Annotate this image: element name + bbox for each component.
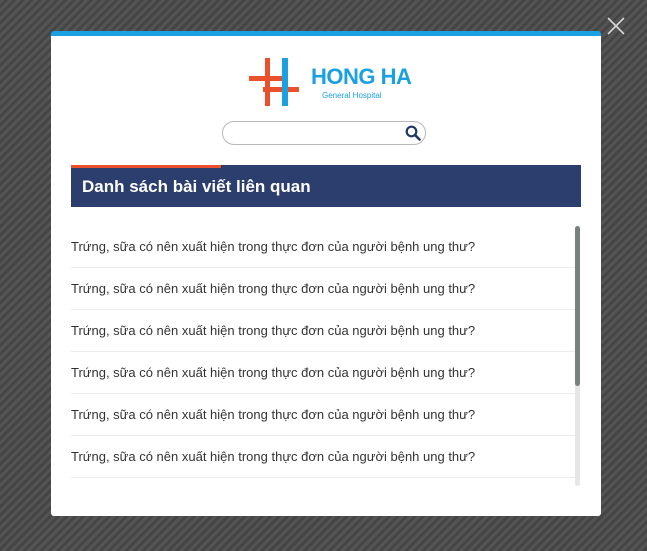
hospital-logo: HONG HA General Hospital — [249, 56, 412, 112]
search-box — [222, 121, 426, 145]
scrollbar-thumb[interactable] — [575, 226, 580, 386]
article-item[interactable]: Trứng, sữa có nên xuất hiện trong thực đ… — [71, 436, 575, 478]
section-accent-bar — [71, 165, 221, 168]
section-title: Danh sách bài viết liên quan — [82, 177, 311, 196]
article-item[interactable]: Trứng, sữa có nên xuất hiện trong thực đ… — [71, 268, 575, 310]
article-item[interactable]: Trứng, sữa có nên xuất hiện trong thực đ… — [71, 310, 575, 352]
article-list: Trứng, sữa có nên xuất hiện trong thực đ… — [71, 226, 575, 481]
close-icon — [607, 17, 625, 35]
logo-subtitle: General Hospital — [322, 91, 382, 100]
search-input[interactable] — [233, 124, 398, 142]
hospital-cross-logo-icon — [249, 58, 299, 106]
article-item[interactable]: Trứng, sữa có nên xuất hiện trong thực đ… — [71, 394, 575, 436]
related-articles-modal: HONG HA General Hospital Danh sách bài v… — [51, 31, 601, 516]
scrollbar-track[interactable] — [575, 226, 580, 486]
logo-name: HONG HA — [311, 64, 412, 89]
close-button[interactable] — [604, 14, 628, 38]
article-item[interactable]: Trứng, sữa có nên xuất hiện trong thực đ… — [71, 352, 575, 394]
search-icon[interactable] — [405, 125, 421, 141]
section-header: Danh sách bài viết liên quan — [71, 165, 581, 207]
article-item[interactable]: Trứng, sữa có nên xuất hiện trong thực đ… — [71, 226, 575, 268]
